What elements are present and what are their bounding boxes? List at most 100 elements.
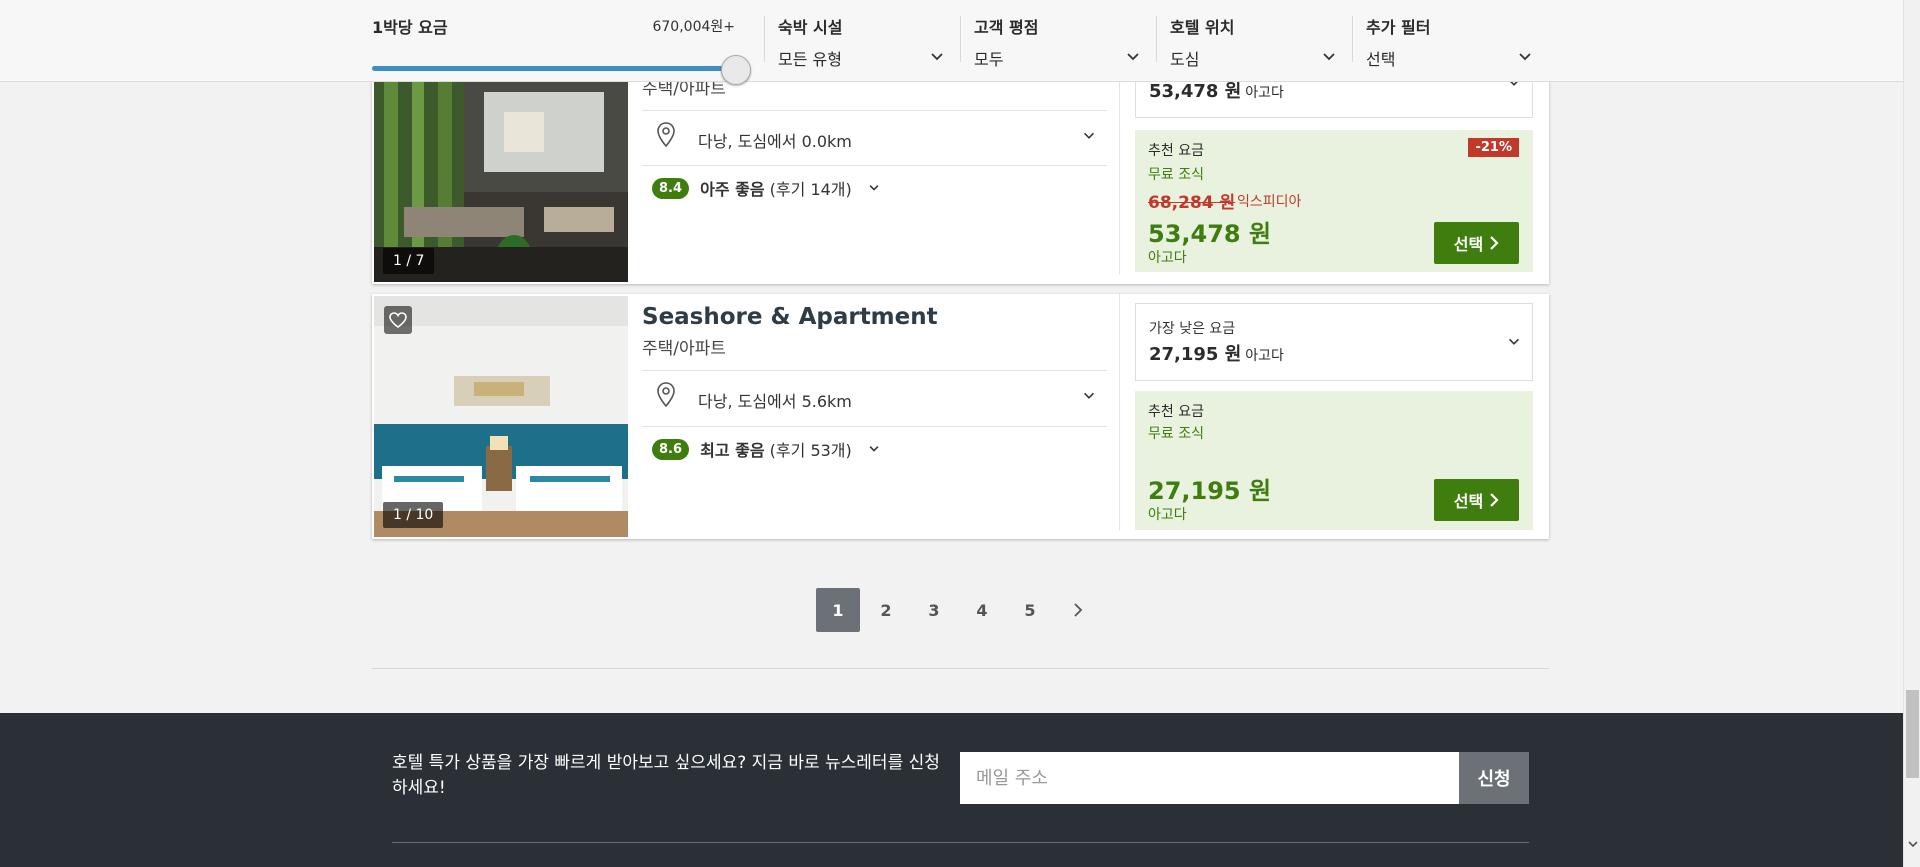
free-breakfast: 무료 조식 bbox=[1148, 426, 1204, 442]
card-divider bbox=[1119, 294, 1120, 530]
chevron-down-icon bbox=[869, 185, 879, 191]
price-slider-thumb[interactable] bbox=[721, 55, 751, 85]
hotel-location: 다낭, 도심에서 0.0km bbox=[698, 132, 852, 151]
recommended-price-box: 추천 요금 -21% 무료 조식 68,284 원 익스피디아 53,478 원… bbox=[1135, 130, 1533, 272]
location-filter[interactable]: 호텔 위치 도심 bbox=[1170, 14, 1338, 72]
chevron-down-icon bbox=[869, 446, 879, 452]
map-pin-icon bbox=[657, 382, 675, 408]
select-button-label: 선택 bbox=[1453, 494, 1484, 511]
row-divider bbox=[642, 426, 1107, 427]
lowest-price-box[interactable]: 가장 낮은 요금 27,195 원 아고다 bbox=[1135, 303, 1533, 381]
filter-divider bbox=[764, 16, 765, 62]
chevron-right-icon bbox=[1490, 236, 1499, 250]
rating-filter-value: 모두 bbox=[974, 50, 1004, 69]
page-5[interactable]: 5 bbox=[1008, 588, 1052, 632]
accommodation-filter-value: 모든 유형 bbox=[778, 50, 842, 69]
photo-counter: 1 / 10 bbox=[383, 502, 444, 528]
rating-reviews: (후기 14개) bbox=[769, 180, 852, 199]
filter-divider bbox=[960, 16, 961, 62]
row-divider bbox=[642, 165, 1107, 166]
rating-badge: 8.4 bbox=[652, 177, 690, 199]
lowest-price-source: 아고다 bbox=[1245, 348, 1284, 364]
chevron-down-icon bbox=[1323, 53, 1335, 61]
filter-bar: 1박당 요금 670,004원+ 숙박 시설 모든 유형 고객 평점 모두 호텔… bbox=[0, 0, 1903, 85]
page-3[interactable]: 3 bbox=[912, 588, 956, 632]
discount-badge: -21% bbox=[1468, 138, 1519, 157]
page-1[interactable]: 1 bbox=[816, 588, 860, 632]
hotel-photo[interactable]: 1 / 10 bbox=[374, 296, 628, 537]
more-filters-value: 선택 bbox=[1366, 50, 1396, 69]
recommended-price: 27,195 원 bbox=[1148, 477, 1272, 505]
location-filter-value: 도심 bbox=[1170, 50, 1200, 69]
chevron-down-icon bbox=[1508, 338, 1520, 345]
hotel-rating[interactable]: 8.4 아주 좋음 (후기 14개) bbox=[652, 176, 881, 200]
location-filter-label: 호텔 위치 bbox=[1170, 18, 1235, 37]
scrollbar-thumb[interactable] bbox=[1906, 690, 1919, 778]
accommodation-filter-label: 숙박 시설 bbox=[778, 18, 843, 37]
recommended-price-title: 추천 요금 bbox=[1148, 143, 1204, 159]
section-divider bbox=[372, 668, 1549, 669]
hotel-rating[interactable]: 8.6 최고 좋음 (후기 53개) bbox=[652, 437, 881, 461]
map-pin-icon bbox=[657, 122, 675, 148]
recommended-price-box: 추천 요금 무료 조식 27,195 원 아고다 선택 bbox=[1135, 391, 1533, 530]
price-slider-track[interactable] bbox=[372, 66, 735, 71]
footer-divider bbox=[392, 842, 1529, 843]
more-filters-label: 추가 필터 bbox=[1366, 18, 1431, 37]
free-breakfast: 무료 조식 bbox=[1148, 167, 1204, 183]
rating-reviews: (후기 53개) bbox=[769, 441, 852, 460]
row-divider bbox=[642, 110, 1107, 111]
newsletter-text: 호텔 특가 상품을 가장 빠르게 받아보고 싶으세요? 지금 바로 뉴스레터를 … bbox=[392, 753, 940, 798]
scrollbar[interactable] bbox=[1903, 0, 1920, 867]
heart-icon bbox=[389, 312, 407, 328]
chevron-right-icon bbox=[1490, 493, 1499, 507]
select-button-label: 선택 bbox=[1453, 237, 1484, 254]
recommended-price: 53,478 원 bbox=[1148, 220, 1272, 248]
chevron-right-icon bbox=[1074, 603, 1083, 617]
scroll-down-arrow-icon[interactable] bbox=[1907, 838, 1919, 850]
filter-divider bbox=[1352, 16, 1353, 62]
hotel-card: 1 / 10 Seashore & Apartment 주택/아파트 다낭, 도… bbox=[372, 294, 1549, 539]
footer: 호텔 특가 상품을 가장 빠르게 받아보고 싶으세요? 지금 바로 뉴스레터를 … bbox=[0, 713, 1903, 867]
next-page-button[interactable] bbox=[1056, 588, 1100, 632]
lowest-price: 53,478 원 bbox=[1149, 81, 1242, 102]
hotel-location-row[interactable]: 다낭, 도심에서 0.0km bbox=[642, 118, 1107, 154]
lowest-price: 27,195 원 bbox=[1149, 344, 1242, 365]
chevron-down-icon bbox=[1519, 53, 1531, 61]
select-button[interactable]: 선택 bbox=[1434, 479, 1519, 521]
rating-word: 아주 좋음 bbox=[700, 180, 765, 199]
recommended-price-source: 아고다 bbox=[1148, 507, 1187, 523]
page-4[interactable]: 4 bbox=[960, 588, 1004, 632]
email-input[interactable] bbox=[960, 752, 1459, 804]
filter-divider bbox=[1156, 16, 1157, 62]
chevron-down-icon bbox=[931, 53, 943, 61]
price-filter: 1박당 요금 670,004원+ bbox=[372, 14, 751, 85]
rating-filter[interactable]: 고객 평점 모두 bbox=[974, 14, 1142, 72]
hotel-location-row[interactable]: 다낭, 도심에서 5.6km bbox=[642, 378, 1107, 414]
lowest-price-title: 가장 낮은 요금 bbox=[1149, 321, 1236, 337]
subscribe-button[interactable]: 신청 bbox=[1459, 752, 1529, 804]
price-max-value: 670,004원+ bbox=[652, 19, 735, 35]
more-filters[interactable]: 추가 필터 선택 bbox=[1366, 14, 1534, 72]
chevron-down-icon bbox=[1083, 132, 1095, 139]
hotel-name[interactable]: Seashore & Apartment bbox=[642, 304, 938, 330]
pagination: 1 2 3 4 5 bbox=[816, 588, 1104, 632]
rating-filter-label: 고객 평점 bbox=[974, 18, 1039, 37]
hotel-photo-image bbox=[374, 296, 628, 537]
chevron-down-icon bbox=[1127, 53, 1139, 61]
page-2[interactable]: 2 bbox=[864, 588, 908, 632]
accommodation-filter[interactable]: 숙박 시설 모든 유형 bbox=[778, 14, 946, 72]
photo-counter: 1 / 7 bbox=[383, 248, 435, 274]
recommended-price-source: 아고다 bbox=[1148, 250, 1187, 266]
hotel-location: 다낭, 도심에서 5.6km bbox=[698, 392, 852, 411]
recommended-price-title: 추천 요금 bbox=[1148, 404, 1204, 420]
select-button[interactable]: 선택 bbox=[1434, 222, 1519, 264]
lowest-price-source: 아고다 bbox=[1245, 85, 1284, 101]
rating-badge: 8.6 bbox=[652, 438, 690, 460]
original-price: 68,284 원 bbox=[1148, 193, 1236, 213]
favorite-button[interactable] bbox=[384, 306, 412, 334]
rating-word: 최고 좋음 bbox=[700, 441, 765, 460]
original-price-source: 익스피디아 bbox=[1237, 194, 1302, 210]
hotel-type: 주택/아파트 bbox=[642, 339, 726, 359]
chevron-down-icon bbox=[1083, 392, 1095, 399]
row-divider bbox=[642, 370, 1107, 371]
